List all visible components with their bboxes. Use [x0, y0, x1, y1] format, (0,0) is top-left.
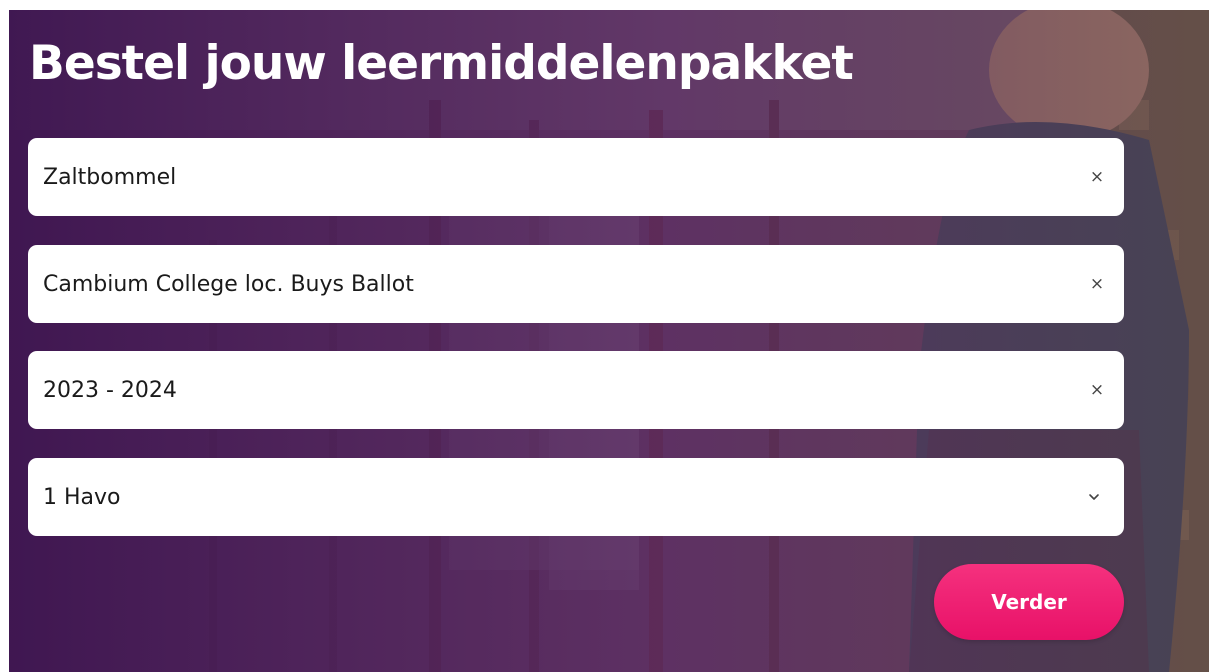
- next-button[interactable]: Verder: [934, 564, 1124, 640]
- hero-section: Bestel jouw leermiddelenpakket Zaltbomme…: [9, 10, 1209, 672]
- city-select[interactable]: Zaltbommel ×: [28, 138, 1124, 216]
- school-select-value: Cambium College loc. Buys Ballot: [43, 271, 414, 297]
- school-select[interactable]: Cambium College loc. Buys Ballot ×: [28, 245, 1124, 323]
- class-select-value: 1 Havo: [43, 484, 121, 510]
- clear-icon[interactable]: ×: [1088, 274, 1106, 294]
- school-year-select-value: 2023 - 2024: [43, 377, 177, 403]
- page-title: Bestel jouw leermiddelenpakket: [29, 36, 854, 91]
- school-year-select[interactable]: 2023 - 2024 ×: [28, 351, 1124, 429]
- city-select-value: Zaltbommel: [43, 164, 177, 190]
- chevron-down-icon[interactable]: [1088, 493, 1106, 501]
- class-select[interactable]: 1 Havo: [28, 458, 1124, 536]
- clear-icon[interactable]: ×: [1088, 380, 1106, 400]
- clear-icon[interactable]: ×: [1088, 167, 1106, 187]
